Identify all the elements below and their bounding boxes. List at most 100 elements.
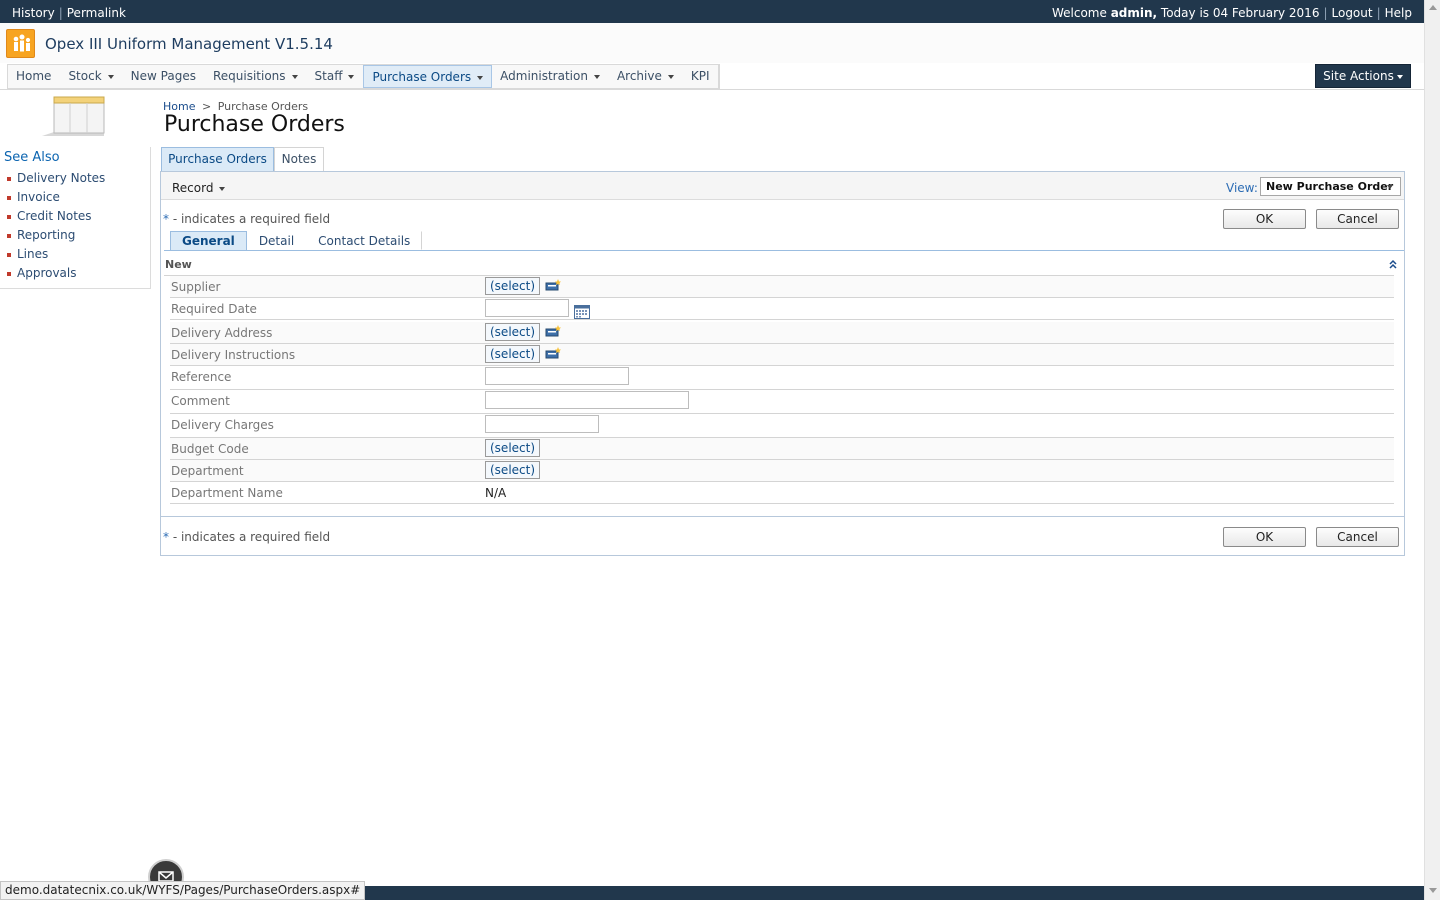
collapse-up-icon[interactable] xyxy=(1387,258,1399,270)
sidebar-item-lines[interactable]: Lines xyxy=(7,247,48,261)
scroll-up-icon[interactable] xyxy=(1429,5,1437,10)
field-row-reference: Reference xyxy=(170,366,1394,390)
help-link[interactable]: Help xyxy=(1385,6,1412,20)
ok-button-bottom[interactable]: OK xyxy=(1223,527,1306,547)
top-bar-right-links: Welcome admin, Today is 04 February 2016… xyxy=(1051,6,1412,20)
bullet-icon xyxy=(7,252,11,257)
supplier-select-button[interactable]: (select) xyxy=(485,277,541,295)
nav-item-staff[interactable]: Staff xyxy=(307,65,364,88)
bullet-icon xyxy=(7,176,11,181)
nav-item-new-pages[interactable]: New Pages xyxy=(123,65,205,88)
delivery-charges-input[interactable] xyxy=(485,415,599,433)
required-field-note: * - indicates a required field xyxy=(163,212,331,226)
form-footer-divider xyxy=(161,516,1404,517)
nav-item-administration[interactable]: Administration xyxy=(492,65,609,88)
field-row-delivery-charges: Delivery Charges xyxy=(170,414,1394,438)
inner-tabs-divider xyxy=(164,250,1404,251)
add-new-icon[interactable] xyxy=(545,347,562,362)
permalink-link[interactable]: Permalink xyxy=(67,6,126,20)
record-menu[interactable]: Record xyxy=(172,181,226,195)
nav-item-purchase-orders[interactable]: Purchase Orders xyxy=(363,65,493,88)
field-row-budget-code: Budget Code (select) xyxy=(170,438,1394,460)
logout-link[interactable]: Logout xyxy=(1332,6,1373,20)
chevron-down-icon xyxy=(1396,74,1403,79)
chevron-down-icon xyxy=(107,74,114,79)
reference-label: Reference xyxy=(171,370,232,384)
ok-button[interactable]: OK xyxy=(1223,209,1306,229)
welcome-text: Welcome xyxy=(1051,6,1107,20)
sidebar-item-approvals[interactable]: Approvals xyxy=(7,266,77,280)
chevron-down-icon xyxy=(291,74,298,79)
delivery-address-label: Delivery Address xyxy=(171,326,273,340)
field-row-supplier: Supplier (select) xyxy=(170,276,1394,298)
page-title: Purchase Orders xyxy=(164,112,345,137)
sidebar-item-reporting[interactable]: Reporting xyxy=(7,228,75,242)
tab-general[interactable]: General xyxy=(170,231,247,250)
status-url: demo.datatecnix.co.uk/WYFS/Pages/Purchas… xyxy=(0,881,366,900)
budget-code-select-button[interactable]: (select) xyxy=(485,439,541,457)
field-row-department: Department (select) xyxy=(170,460,1394,482)
department-select-button[interactable]: (select) xyxy=(485,461,541,479)
bullet-icon xyxy=(7,233,11,238)
nav-item-requisitions[interactable]: Requisitions xyxy=(205,65,307,88)
tab-purchase-orders[interactable]: Purchase Orders xyxy=(161,147,274,171)
nav-item-archive[interactable]: Archive xyxy=(609,65,683,88)
see-also-sidebar: See Also Delivery Notes Invoice Credit N… xyxy=(0,147,151,289)
nav-divider xyxy=(0,89,1424,90)
bullet-icon xyxy=(7,271,11,276)
sidebar-item-delivery-notes[interactable]: Delivery Notes xyxy=(7,171,105,185)
chevron-down-icon xyxy=(1387,185,1393,189)
vertical-scrollbar[interactable] xyxy=(1424,0,1440,900)
nav-item-kpi[interactable]: KPI xyxy=(683,65,719,88)
delivery-charges-label: Delivery Charges xyxy=(171,418,274,432)
field-row-delivery-address: Delivery Address (select) xyxy=(170,322,1394,344)
field-row-delivery-instructions: Delivery Instructions (select) xyxy=(170,344,1394,366)
comment-input[interactable] xyxy=(485,391,689,409)
calendar-icon[interactable] xyxy=(574,305,590,322)
add-new-icon[interactable] xyxy=(545,279,562,294)
history-link[interactable]: History xyxy=(12,6,55,20)
top-bar: History | Permalink Welcome admin, Today i… xyxy=(0,0,1424,23)
supplier-label: Supplier xyxy=(171,280,221,294)
add-new-icon[interactable] xyxy=(545,325,562,340)
required-field-note-bottom: * - indicates a required field xyxy=(163,530,331,544)
tab-detail[interactable]: Detail xyxy=(247,231,306,250)
comment-label: Comment xyxy=(171,394,230,408)
field-row-required-date: Required Date xyxy=(170,298,1394,320)
department-name-value: N/A xyxy=(485,486,507,500)
tab-notes[interactable]: Notes xyxy=(274,147,324,171)
chevron-down-icon xyxy=(593,74,600,79)
delivery-instructions-label: Delivery Instructions xyxy=(171,348,296,362)
cancel-button[interactable]: Cancel xyxy=(1316,209,1399,229)
tab-contact-details[interactable]: Contact Details xyxy=(306,231,423,250)
site-header: Opex III Uniform Management V1.5.14 xyxy=(0,23,1424,63)
username: admin, xyxy=(1110,6,1158,20)
reference-input[interactable] xyxy=(485,367,629,385)
required-date-label: Required Date xyxy=(171,302,257,316)
people-logo-icon[interactable] xyxy=(6,29,35,58)
sidebar-item-credit-notes[interactable]: Credit Notes xyxy=(7,209,92,223)
bullet-icon xyxy=(7,195,11,200)
nav-item-home[interactable]: Home xyxy=(8,65,60,88)
budget-code-label: Budget Code xyxy=(171,442,249,456)
page-list-icon xyxy=(40,96,106,140)
required-date-input[interactable] xyxy=(485,299,569,317)
view-select[interactable]: New Purchase Order xyxy=(1260,177,1401,196)
top-separator: | xyxy=(58,6,63,20)
sidebar-item-invoice[interactable]: Invoice xyxy=(7,190,60,204)
cancel-button-bottom[interactable]: Cancel xyxy=(1316,527,1399,547)
today-text: Today is 04 February 2016 xyxy=(1160,6,1320,20)
top-bar-left-links: History | Permalink xyxy=(12,6,126,20)
delivery-address-select-button[interactable]: (select) xyxy=(485,323,541,341)
nav-item-stock[interactable]: Stock xyxy=(60,65,122,88)
see-also-heading: See Also xyxy=(4,150,60,165)
app-title[interactable]: Opex III Uniform Management V1.5.14 xyxy=(45,35,333,53)
field-row-comment: Comment xyxy=(170,390,1394,414)
scroll-down-icon[interactable] xyxy=(1429,888,1437,893)
site-actions-button[interactable]: Site Actions xyxy=(1315,64,1411,88)
delivery-instructions-select-button[interactable]: (select) xyxy=(485,345,541,363)
chevron-down-icon xyxy=(667,74,674,79)
bullet-icon xyxy=(7,214,11,219)
form-inner-tabs: General Detail Contact Details xyxy=(170,231,423,250)
top-navigation: Home Stock New Pages Requisitions Staff … xyxy=(7,64,720,89)
